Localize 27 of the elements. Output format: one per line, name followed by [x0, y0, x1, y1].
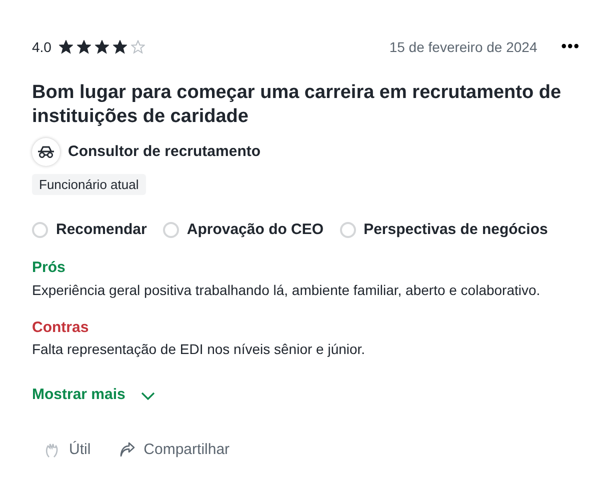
star-icon: [113, 40, 128, 54]
review-date: 15 de fevereiro de 2024: [389, 38, 538, 57]
rating-value: 4.0: [32, 38, 52, 57]
indicator-label: Aprovação do CEO: [186, 220, 324, 240]
star-icon: [131, 40, 146, 54]
review-title: Bom lugar para começar uma carreira em recrutamento de instituições de caridade: [32, 80, 562, 130]
chevron-down-icon: [141, 392, 156, 400]
indicator-label: Perspectivas de negócios: [364, 220, 548, 240]
review-text: Falta representação de EDI nos níveis sênior e júnior.: [32, 340, 366, 360]
share-arrow-icon: [118, 442, 136, 458]
indicator-circle-icon: [340, 222, 356, 238]
indicator-label: Recomendar: [56, 220, 147, 240]
more-options-button[interactable]: •••: [561, 36, 580, 58]
job-title: Consultor de recrutamento: [68, 142, 261, 162]
show-more-link[interactable]: Mostrar mais: [32, 384, 156, 407]
employment-status-tag: Funcionário atual: [32, 174, 146, 195]
review-text: Experiência geral positiva trabalhando lá, ambiente familiar, aberto e colaborativo.: [32, 280, 542, 300]
star-icon: [95, 40, 110, 54]
incognito-icon: [37, 146, 55, 158]
star-icon: [59, 40, 74, 54]
star-icon: [77, 40, 92, 54]
pros-heading: Prós: [32, 258, 66, 278]
indicator-circle-icon: [162, 222, 179, 238]
indicator-circle-icon: [32, 222, 48, 238]
cons-heading: Contras: [32, 318, 90, 338]
share-button[interactable]: Compartilhar: [118, 438, 230, 462]
helpful-button[interactable]: Útil: [44, 438, 91, 462]
